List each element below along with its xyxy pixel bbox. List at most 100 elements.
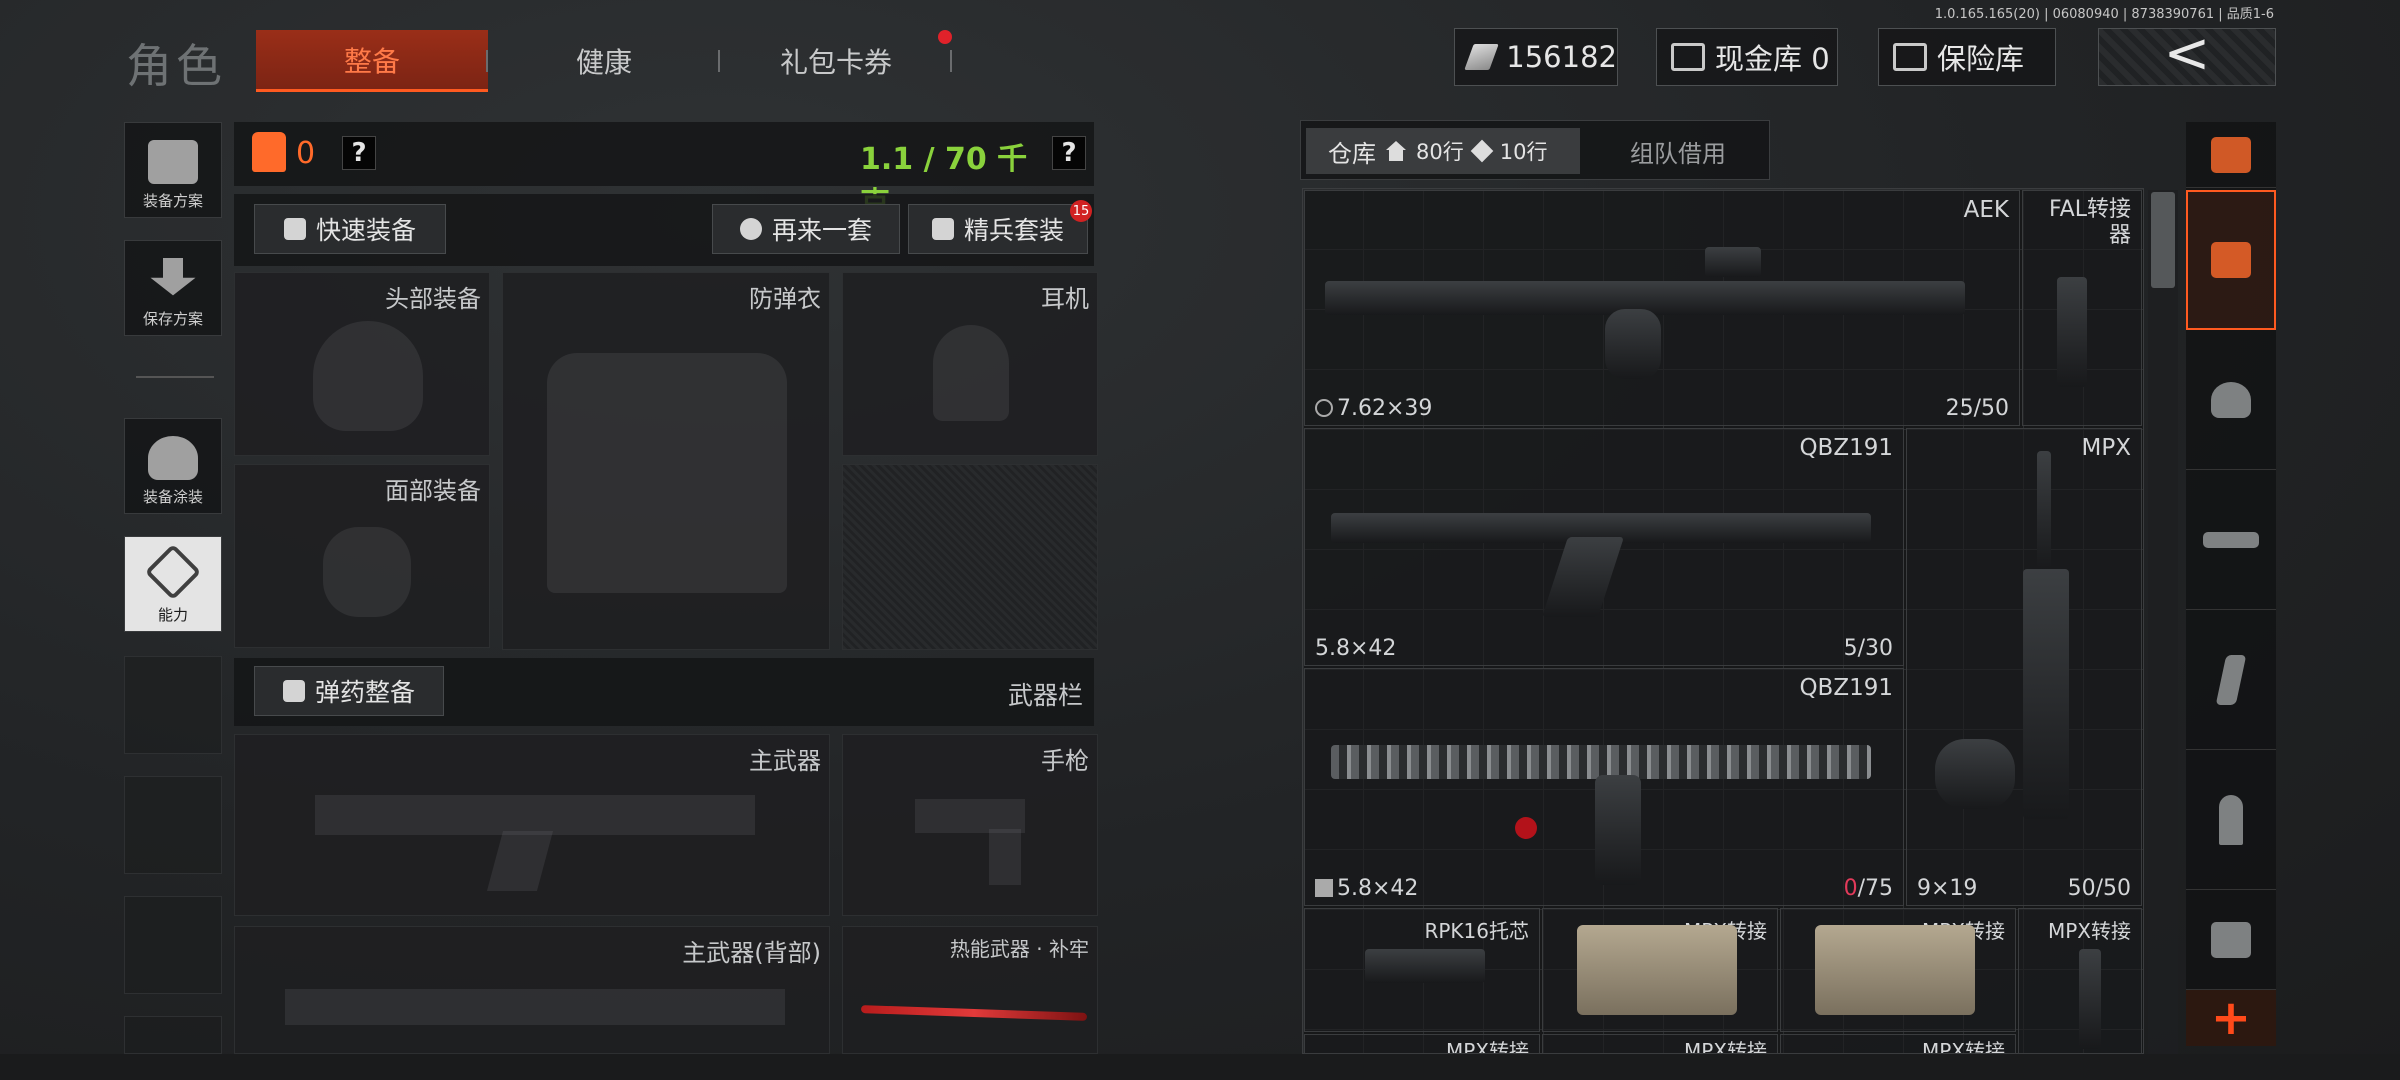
help-button[interactable]: ? [342, 136, 376, 170]
item-caliber: 5.8×42 [1315, 636, 1397, 661]
tab-gifts[interactable]: 礼包卡券 [722, 30, 950, 92]
refresh-icon [739, 218, 762, 240]
filter-helmet[interactable] [2186, 330, 2276, 470]
tab-separator [718, 50, 720, 72]
aek-drum-image [1605, 309, 1661, 379]
bullet-icon [2219, 794, 2243, 845]
notification-dot [938, 30, 952, 44]
item-mpx-adapter[interactable]: MPX转接 [1780, 1034, 2016, 1054]
sidebar-item-label: 能力 [157, 606, 188, 624]
sidebar-empty-slot [124, 656, 222, 754]
sidebar-item-skin[interactable]: 装备涂装 [124, 418, 222, 514]
mask-silhouette [323, 527, 411, 617]
sidebar-item-save[interactable]: 保存方案 [124, 240, 222, 336]
tab-separator [950, 50, 952, 72]
magazine-icon [2215, 654, 2247, 705]
item-mpx-adapter[interactable]: MPX转接 [1542, 908, 1778, 1032]
safe-button[interactable]: 保险库 [1878, 28, 2056, 86]
mpx-barrel-image [2037, 451, 2051, 571]
add-filter-button[interactable]: + [2186, 990, 2276, 1046]
primary-back-label: 主武器(背部) [682, 939, 821, 967]
helmet-icon [148, 436, 198, 480]
tag-icon [1470, 139, 1494, 163]
cash-icon [1464, 44, 1500, 70]
rifle-silhouette [315, 795, 755, 835]
scrollbar-thumb[interactable] [2151, 192, 2175, 288]
back-button[interactable]: < [2098, 21, 2276, 86]
earphone-slot[interactable]: 耳机 [842, 272, 1098, 456]
page-title: 角色 [126, 39, 226, 93]
item-mpx-adapter[interactable]: MPX转接 [1542, 1034, 1778, 1054]
primary-weapon-slot[interactable]: 主武器 [234, 734, 830, 916]
item-aek[interactable]: AEK 7.62×39 25/50 [1304, 190, 2020, 426]
elite-badge: 15 [1070, 200, 1092, 222]
item-name: MPX转接 [2047, 919, 2131, 943]
pistol-slot[interactable]: 手枪 [842, 734, 1098, 916]
cash-storage-button[interactable]: 现金库 0 [1656, 28, 1838, 86]
item-name: MPX转接 [1921, 1039, 2005, 1054]
filter-ammo[interactable] [2186, 750, 2276, 890]
item-caliber: 7.62×39 [1315, 396, 1432, 421]
primary-back-slot[interactable]: 主武器(背部) [234, 926, 830, 1054]
filter-refresh-button[interactable] [2186, 122, 2276, 188]
sight-icon [2211, 921, 2251, 958]
bottom-bar [0, 1054, 2400, 1080]
face-slot[interactable]: 面部装备 [234, 464, 490, 648]
elite-button[interactable]: 精兵套装 [908, 204, 1088, 254]
quick-equip-button[interactable]: 快速装备 [254, 204, 446, 254]
sidebar-item-label: 装备方案 [142, 192, 203, 210]
vest-slot[interactable]: 防弹衣 [502, 272, 830, 650]
item-qbz191-camo[interactable]: QBZ191 5.8×42 0/75 [1304, 668, 1904, 906]
download-icon [150, 258, 196, 296]
headset-silhouette [933, 325, 1009, 421]
stock-image [1365, 949, 1485, 983]
tan-stock-image [1815, 925, 1975, 1015]
armor-count: 0 [296, 136, 316, 171]
filter-attachment[interactable] [2186, 890, 2276, 990]
pistol-grip-silhouette [989, 829, 1021, 885]
layers-icon [2211, 242, 2251, 278]
filter-magazine[interactable] [2186, 610, 2276, 750]
item-name: RPK16托芯 [1424, 919, 1529, 943]
again-button[interactable]: 再来一套 [712, 204, 900, 254]
item-mpx[interactable]: MPX 9×19 50/50 [1906, 428, 2142, 906]
qbz191-mag-image [1542, 537, 1624, 617]
sidebar-divider [136, 376, 214, 378]
item-mpx-adapter[interactable]: MPX转接 [1304, 1034, 1540, 1054]
ammo-label: 弹药整备 [314, 678, 415, 707]
ammo-button[interactable]: 弹药整备 [254, 666, 444, 716]
qbz191-drum-image [1595, 775, 1641, 885]
melee-slot-label: 热能武器 · 补牢 [949, 937, 1089, 961]
item-mpx-adapter[interactable]: MPX转接 [2018, 908, 2142, 1054]
sidebar-item-label: 装备涂装 [142, 488, 203, 506]
earphone-slot-label: 耳机 [1041, 285, 1089, 313]
melee-slot[interactable]: 热能武器 · 补牢 [842, 926, 1098, 1054]
tab-warehouse-label: 仓库 [1328, 139, 1376, 168]
item-caliber-text: 7.62×39 [1337, 396, 1433, 421]
sidebar-item-loadout[interactable]: 装备方案 [124, 122, 222, 218]
ammo-type-icon [1315, 399, 1333, 417]
item-qbz191[interactable]: QBZ191 5.8×42 5/30 [1304, 428, 1904, 666]
tab-equip[interactable]: 整备 [256, 30, 488, 92]
tab-health[interactable]: 健康 [490, 30, 718, 92]
weapon-bar-label: 武器栏 [1008, 681, 1084, 710]
vest-icon [148, 140, 198, 184]
filter-all[interactable] [2186, 190, 2276, 330]
item-fal-adapter[interactable]: FAL转接器 [2022, 190, 2142, 426]
version-text: 1.0.165.165(20) | 06080940 | 8738390761 … [1934, 7, 2274, 22]
sidebar-item-ability[interactable]: 能力 [124, 536, 222, 632]
filter-rifle[interactable] [2186, 470, 2276, 610]
tab-warehouse[interactable]: 仓库 80行 10行 [1306, 128, 1580, 174]
item-count: 5/30 [1843, 636, 1893, 661]
katana-image [860, 1005, 1088, 1021]
cash-storage-label: 现金库 0 [1715, 42, 1830, 76]
chevron-left-icon: < [2163, 21, 2211, 86]
item-mpx-adapter[interactable]: MPX转接 [1780, 908, 2016, 1032]
ammo-icon [282, 680, 305, 702]
weight-help-button[interactable]: ? [1052, 136, 1086, 170]
head-slot[interactable]: 头部装备 [234, 272, 490, 456]
storage-scrollbar[interactable] [2148, 190, 2178, 1054]
home-icon [1386, 141, 1406, 161]
item-rpk16-stock[interactable]: RPK16托芯 [1304, 908, 1540, 1032]
tab-team-borrow[interactable]: 组队借用 [1590, 128, 1766, 174]
